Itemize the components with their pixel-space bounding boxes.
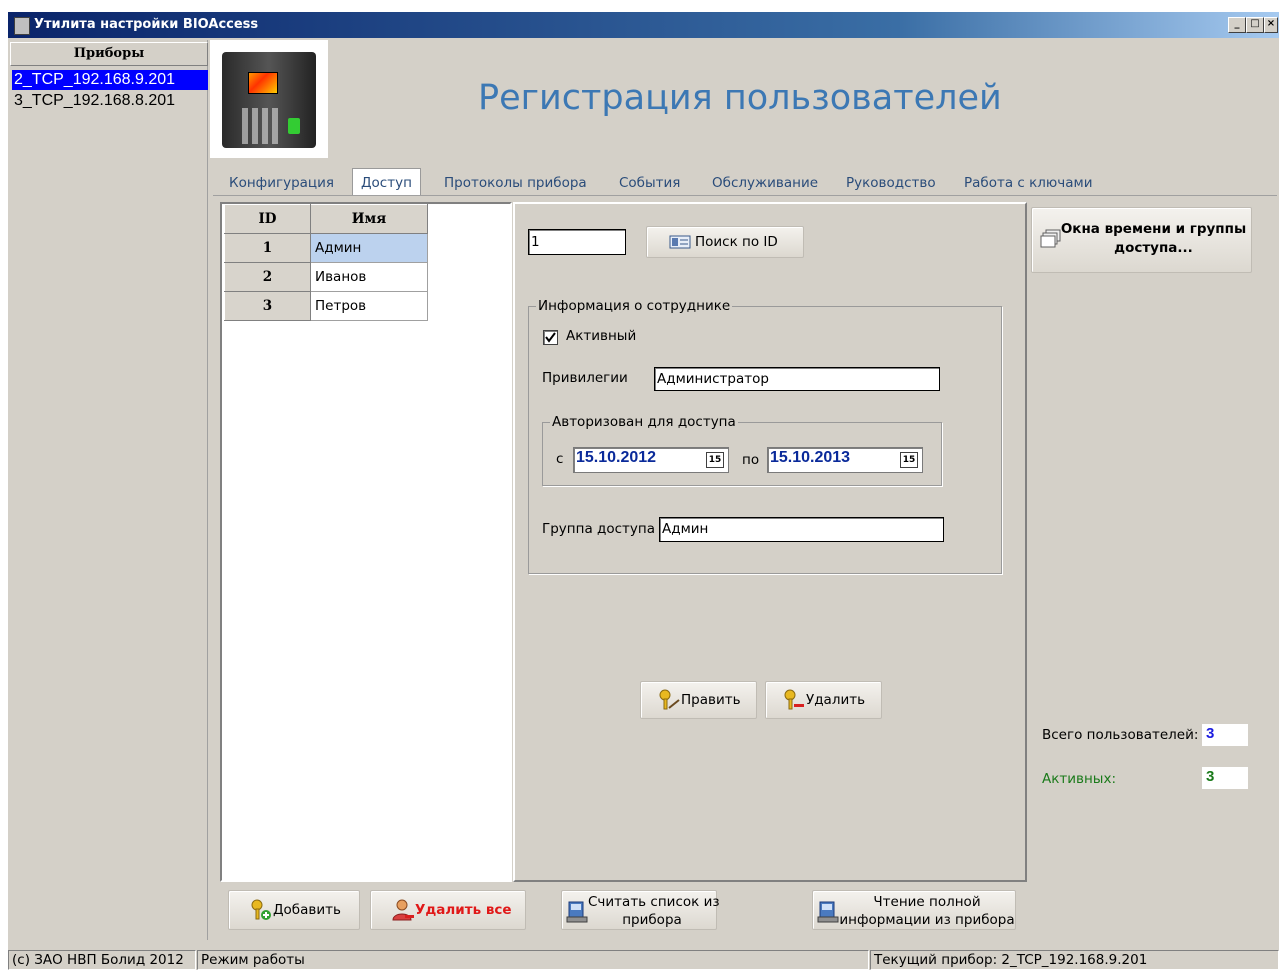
authorized-access-title: Авторизован для доступа xyxy=(550,414,738,430)
time-windows-line1: Окна времени и группы xyxy=(1060,221,1247,237)
table-row[interactable]: 2 Иванов xyxy=(224,262,428,292)
user-delete-icon xyxy=(392,899,414,921)
window-title: Утилита настройки BIOAccess xyxy=(34,17,259,32)
status-current-device: Текущий прибор: 2_TCP_192.168.9.201 xyxy=(870,950,1279,970)
user-name-cell: Иванов xyxy=(310,262,428,292)
total-users-value: 3 xyxy=(1202,724,1248,746)
active-checkbox[interactable] xyxy=(543,330,558,345)
date-from-field[interactable]: 15.10.2012 15 xyxy=(573,447,729,473)
device-read-icon xyxy=(566,901,588,923)
edit-label: Править xyxy=(681,692,741,708)
add-button[interactable]: Добавить xyxy=(228,890,360,930)
delete-all-label: Удалить все xyxy=(415,902,512,918)
windows-icon xyxy=(1040,229,1061,248)
app-icon xyxy=(14,17,30,35)
key-add-icon xyxy=(251,899,271,920)
user-name-cell: Админ xyxy=(310,233,428,263)
search-card-icon xyxy=(669,235,691,249)
total-users-label: Всего пользователей: xyxy=(1042,727,1199,743)
privileges-field[interactable]: Администратор xyxy=(654,367,940,391)
devices-panel xyxy=(10,40,208,940)
privileges-label: Привилегии xyxy=(542,370,628,386)
read-list-button[interactable]: Считать список из прибора xyxy=(561,890,720,930)
active-label: Активный xyxy=(566,328,637,344)
edit-button[interactable]: Править xyxy=(640,681,757,719)
delete-label: Удалить xyxy=(806,692,866,708)
user-id-cell: 1 xyxy=(224,233,311,263)
check-icon xyxy=(545,332,556,343)
search-by-id-label: Поиск по ID xyxy=(695,234,778,250)
read-full-line1: Чтение полной xyxy=(873,894,981,910)
tab-device-logs[interactable]: Протоколы прибора xyxy=(444,172,587,196)
read-full-info-button[interactable]: Чтение полной информации из прибора xyxy=(812,890,1016,930)
key-delete-icon xyxy=(784,689,804,710)
table-row[interactable]: 1 Админ xyxy=(224,233,428,263)
access-group-label: Группа доступа xyxy=(542,521,655,537)
date-to-value: 15.10.2013 xyxy=(770,449,851,466)
read-full-line2: информации из прибора xyxy=(839,912,1015,928)
column-header-id[interactable]: ID xyxy=(224,204,311,234)
date-from-label: с xyxy=(556,451,564,467)
column-header-name[interactable]: Имя xyxy=(310,204,428,234)
tab-configuration[interactable]: Конфигурация xyxy=(229,172,334,196)
status-mode: Режим работы xyxy=(197,950,869,970)
tab-manual[interactable]: Руководство xyxy=(846,172,936,196)
user-name-cell: Петров xyxy=(310,291,428,321)
time-windows-button[interactable]: Окна времени и группы доступа... xyxy=(1031,207,1252,273)
access-group-field[interactable]: Админ xyxy=(659,517,944,542)
device-item-3[interactable]: 3_TCP_192.168.8.201 xyxy=(12,91,208,111)
tab-maintenance[interactable]: Обслуживание xyxy=(712,172,818,196)
minimize-button[interactable]: _ xyxy=(1228,17,1246,33)
device-item-2[interactable]: 2_TCP_192.168.9.201 xyxy=(12,70,208,90)
delete-button[interactable]: Удалить xyxy=(765,681,882,719)
delete-all-button[interactable]: Удалить все xyxy=(370,890,526,930)
calendar-icon[interactable]: 15 xyxy=(706,452,724,468)
read-list-line2: прибора xyxy=(622,912,682,928)
active-users-label: Активных: xyxy=(1042,771,1117,787)
calendar-icon[interactable]: 15 xyxy=(900,452,918,468)
devices-header: Приборы xyxy=(10,42,208,66)
status-copyright: (c) ЗАО НВП Болид 2012 xyxy=(8,950,196,970)
page-title: Регистрация пользователей xyxy=(478,78,1002,118)
device-photo xyxy=(210,40,328,158)
tab-divider xyxy=(213,195,1277,196)
close-button[interactable]: × xyxy=(1264,17,1278,33)
tab-access[interactable]: Доступ xyxy=(352,168,421,196)
tab-events[interactable]: События xyxy=(619,172,680,196)
user-id-cell: 2 xyxy=(224,262,311,292)
device-read-icon xyxy=(817,901,839,923)
table-row[interactable]: 3 Петров xyxy=(224,291,428,321)
active-users-value: 3 xyxy=(1202,767,1248,789)
search-by-id-button[interactable]: Поиск по ID xyxy=(646,226,804,258)
employee-info-title: Информация о сотруднике xyxy=(536,298,733,314)
read-list-line1: Считать список из xyxy=(588,894,720,910)
title-bar: Утилита настройки BIOAccess _ □ × xyxy=(8,12,1279,38)
users-table: ID Имя 1 Админ 2 Иванов 3 Петров xyxy=(224,204,428,321)
date-to-field[interactable]: 15.10.2013 15 xyxy=(767,447,923,473)
time-windows-line2: доступа... xyxy=(1114,240,1193,256)
date-from-value: 15.10.2012 xyxy=(576,449,657,466)
maximize-button[interactable]: □ xyxy=(1246,17,1264,33)
tab-keys[interactable]: Работа с ключами xyxy=(964,172,1093,196)
user-id-cell: 3 xyxy=(224,291,311,321)
key-edit-icon xyxy=(659,689,680,710)
date-to-label: по xyxy=(742,452,760,468)
add-label: Добавить xyxy=(273,902,341,918)
search-id-input[interactable]: 1 xyxy=(528,229,626,255)
